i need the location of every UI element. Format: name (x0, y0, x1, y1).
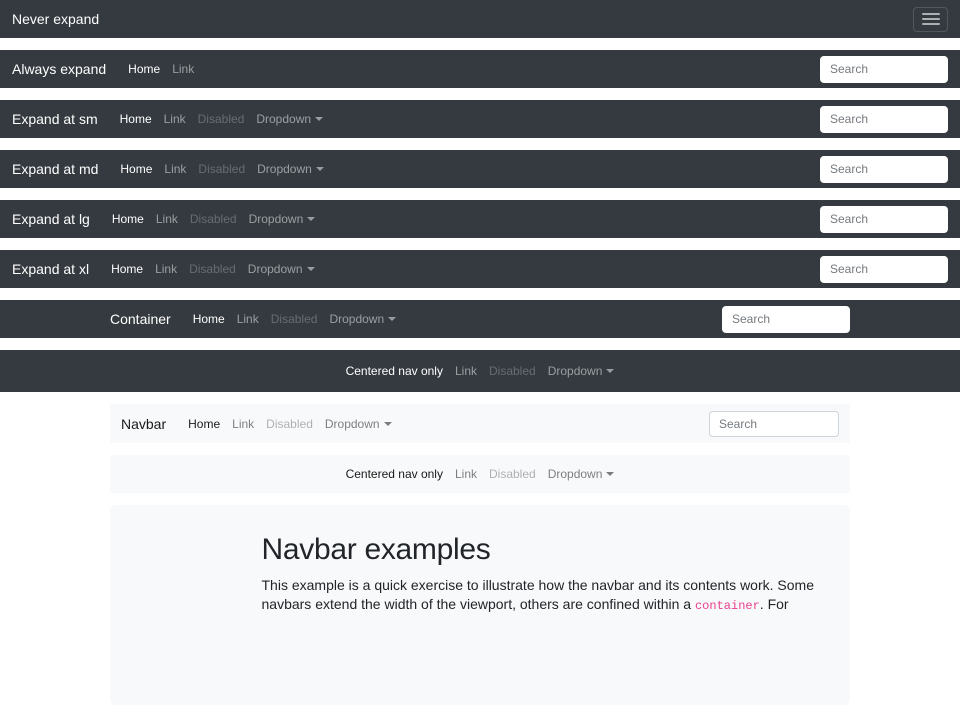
nav-link-disabled: Disabled (265, 312, 324, 326)
caret-down-icon (606, 369, 614, 373)
nav-link-link[interactable]: Link (166, 62, 200, 76)
search-form (820, 106, 948, 133)
brand-expand-md[interactable]: Expand at md (12, 161, 98, 177)
caret-down-icon (307, 267, 315, 271)
nav-link-dropdown[interactable]: Dropdown (243, 212, 322, 226)
search-input[interactable] (820, 256, 948, 283)
nav-link-dropdown[interactable]: Dropdown (250, 112, 329, 126)
search-form (722, 306, 850, 333)
caret-down-icon (307, 217, 315, 221)
nav-link-link[interactable]: Link (231, 312, 265, 326)
nav-link-link[interactable]: Link (150, 212, 184, 226)
nav-link-link[interactable]: Link (449, 467, 483, 481)
navbar-container: Container Home Link Disabled Dropdown (0, 300, 960, 338)
search-form (820, 206, 948, 233)
page-title: Navbar examples (262, 533, 699, 567)
nav-links: Home Link Disabled Dropdown (182, 417, 397, 431)
caret-down-icon (606, 472, 614, 476)
search-input[interactable] (722, 306, 850, 333)
nav-links: Home Link Disabled Dropdown (106, 212, 321, 226)
search-form (820, 156, 948, 183)
nav-link-disabled: Disabled (483, 364, 542, 378)
search-form (820, 256, 948, 283)
nav-links: Home Link (122, 62, 200, 76)
nav-link-link[interactable]: Link (149, 262, 183, 276)
nav-links: Home Link Disabled Dropdown (187, 312, 402, 326)
nav-link-home[interactable]: Home (122, 62, 166, 76)
nav-link-home[interactable]: Home (114, 112, 158, 126)
nav-link-disabled: Disabled (183, 262, 242, 276)
search-input[interactable] (820, 206, 948, 233)
nav-link-disabled: Disabled (192, 162, 251, 176)
nav-link-disabled: Disabled (184, 212, 243, 226)
nav-link-centered[interactable]: Centered nav only (340, 467, 449, 481)
nav-links: Centered nav only Link Disabled Dropdown (340, 364, 621, 378)
nav-link-disabled: Disabled (260, 417, 319, 431)
caret-down-icon (315, 117, 323, 121)
search-form (820, 56, 948, 83)
navbar-never-expand: Never expand (0, 0, 960, 38)
search-input[interactable] (820, 56, 948, 83)
nav-link-link[interactable]: Link (449, 364, 483, 378)
nav-link-link[interactable]: Link (158, 162, 192, 176)
navbar-expand-xl: Expand at xl Home Link Disabled Dropdown (0, 250, 960, 288)
brand-expand-sm[interactable]: Expand at sm (12, 111, 98, 127)
nav-link-home[interactable]: Home (182, 417, 226, 431)
nav-link-disabled: Disabled (192, 112, 251, 126)
nav-link-dropdown[interactable]: Dropdown (542, 467, 621, 481)
nav-links: Home Link Disabled Dropdown (105, 262, 320, 276)
nav-link-home[interactable]: Home (105, 262, 149, 276)
brand-navbar[interactable]: Navbar (121, 416, 166, 432)
nav-link-home[interactable]: Home (187, 312, 231, 326)
brand-expand-xl[interactable]: Expand at xl (12, 261, 89, 277)
brand-never-expand[interactable]: Never expand (12, 11, 99, 27)
jumbotron: Navbar examples This example is a quick … (110, 505, 850, 705)
hamburger-icon (922, 13, 940, 15)
navbar-expand-md: Expand at md Home Link Disabled Dropdown (0, 150, 960, 188)
brand-container[interactable]: Container (110, 311, 171, 327)
search-input[interactable] (709, 411, 839, 437)
nav-link-dropdown[interactable]: Dropdown (319, 417, 398, 431)
navbar-toggler-button[interactable] (913, 7, 948, 32)
nav-link-link[interactable]: Link (226, 417, 260, 431)
nav-link-dropdown[interactable]: Dropdown (242, 262, 321, 276)
brand-always-expand[interactable]: Always expand (12, 61, 106, 77)
navbar-centered-dark: Centered nav only Link Disabled Dropdown (0, 350, 960, 392)
caret-down-icon (384, 422, 392, 426)
search-input[interactable] (820, 156, 948, 183)
nav-link-dropdown[interactable]: Dropdown (323, 312, 402, 326)
nav-link-home[interactable]: Home (114, 162, 158, 176)
navbar-centered-light: Centered nav only Link Disabled Dropdown (110, 455, 850, 493)
intro-paragraph: This example is a quick exercise to illu… (262, 576, 699, 616)
nav-link-disabled: Disabled (483, 467, 542, 481)
navbar-expand-lg: Expand at lg Home Link Disabled Dropdown (0, 200, 960, 238)
nav-link-link[interactable]: Link (158, 112, 192, 126)
nav-link-dropdown[interactable]: Dropdown (542, 364, 621, 378)
caret-down-icon (316, 167, 324, 171)
container-code-link[interactable]: container (695, 599, 760, 613)
search-form (709, 411, 839, 437)
nav-links: Home Link Disabled Dropdown (114, 112, 329, 126)
nav-links: Home Link Disabled Dropdown (114, 162, 329, 176)
nav-link-home[interactable]: Home (106, 212, 150, 226)
caret-down-icon (388, 317, 396, 321)
nav-link-dropdown[interactable]: Dropdown (251, 162, 330, 176)
navbar-always-expand: Always expand Home Link (0, 50, 960, 88)
search-input[interactable] (820, 106, 948, 133)
navbar-light: Navbar Home Link Disabled Dropdown (110, 404, 850, 443)
brand-expand-lg[interactable]: Expand at lg (12, 211, 90, 227)
nav-links: Centered nav only Link Disabled Dropdown (340, 467, 621, 481)
nav-link-centered[interactable]: Centered nav only (340, 364, 449, 378)
navbar-expand-sm: Expand at sm Home Link Disabled Dropdown (0, 100, 960, 138)
